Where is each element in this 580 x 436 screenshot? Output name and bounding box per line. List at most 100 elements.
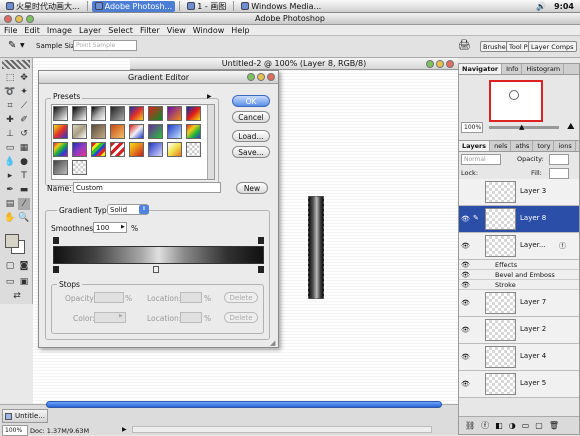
preset-swatch[interactable] <box>53 142 68 157</box>
jump-to-imageready-icon[interactable]: ⇄ <box>11 290 23 302</box>
marquee-tool-icon[interactable]: ⬚ <box>4 72 16 84</box>
quick-mask-off-icon[interactable]: ▢ <box>4 260 16 272</box>
taskbar-item-4[interactable]: Windows Media... <box>238 1 324 12</box>
zoom-tool-icon[interactable]: 🔍 <box>18 212 30 224</box>
preset-swatch[interactable] <box>148 124 163 139</box>
preset-swatch[interactable] <box>148 106 163 121</box>
presets-scrollbar[interactable] <box>207 105 214 179</box>
shape-tool-icon[interactable]: ▬ <box>18 184 30 196</box>
type-tool-icon[interactable]: T <box>18 170 30 182</box>
eraser-tool-icon[interactable]: ▭ <box>4 142 16 154</box>
preset-swatch[interactable] <box>53 106 68 121</box>
close-icon[interactable] <box>4 15 12 23</box>
zoom-in-icon[interactable]: ⛰ <box>567 122 575 132</box>
load-button[interactable]: Load... <box>232 130 270 142</box>
menu-edit[interactable]: Edit <box>24 25 40 35</box>
move-tool-icon[interactable]: ✥ <box>18 72 30 84</box>
gradient-tool-icon[interactable]: ▦ <box>18 142 30 154</box>
preset-swatch[interactable] <box>53 160 68 175</box>
new-button[interactable]: New <box>236 182 268 194</box>
minimized-document[interactable]: Untitle... <box>2 409 48 423</box>
ok-button[interactable]: OK <box>232 95 270 107</box>
preset-swatch[interactable] <box>72 142 87 157</box>
presets-menu-arrow-icon[interactable]: ▶ <box>207 93 212 100</box>
eye-icon[interactable]: 👁 <box>461 380 470 388</box>
eye-icon[interactable]: 👁 <box>461 215 470 223</box>
preset-swatch[interactable] <box>129 124 144 139</box>
gradient-preview-bar[interactable] <box>53 246 264 264</box>
layer-comps-tab[interactable]: Layer Comps <box>528 41 577 52</box>
eye-icon[interactable]: 👁 <box>461 242 470 250</box>
navigator-zoom-input[interactable]: 100% <box>461 122 483 133</box>
layer-fill-input[interactable] <box>549 168 569 179</box>
hand-tool-icon[interactable]: ✋ <box>4 212 16 224</box>
taskbar-item-1[interactable]: 火星时代动画大... <box>3 1 83 12</box>
tab-history[interactable]: tory <box>534 141 555 151</box>
preset-swatch[interactable] <box>186 106 201 121</box>
menu-view[interactable]: View <box>167 25 186 35</box>
trash-icon[interactable]: 🗑 <box>549 421 559 430</box>
tab-paths[interactable]: aths <box>512 141 534 151</box>
stamp-tool-icon[interactable]: ⊥ <box>4 128 16 140</box>
preset-swatch[interactable] <box>167 124 182 139</box>
layer-row[interactable]: Layer 3 <box>459 179 579 206</box>
healing-tool-icon[interactable]: ✚ <box>4 114 16 126</box>
menu-window[interactable]: Window <box>193 25 225 35</box>
taskbar-item-2[interactable]: Adobe Photosh... <box>91 0 176 12</box>
tab-channels[interactable]: nels <box>491 141 512 151</box>
canvas-gradient-object[interactable] <box>308 196 324 299</box>
zoom-icon[interactable] <box>247 73 255 81</box>
menu-image[interactable]: Image <box>47 25 72 35</box>
tab-actions[interactable]: ions <box>555 141 576 151</box>
preset-swatch[interactable] <box>53 124 68 139</box>
printer-icon[interactable]: 🖨 <box>458 40 471 51</box>
navigator-thumbnail[interactable] <box>489 80 543 122</box>
menu-file[interactable]: File <box>4 25 17 35</box>
minimize-icon[interactable] <box>15 15 23 23</box>
preset-swatch[interactable] <box>72 106 87 121</box>
brush-tool-icon[interactable]: ✐ <box>18 114 30 126</box>
effects-icon[interactable]: ⓕ <box>559 241 566 251</box>
lasso-tool-icon[interactable]: ➰ <box>4 86 16 98</box>
eye-icon[interactable]: 👁 <box>461 326 470 334</box>
foreground-color-swatch[interactable] <box>5 234 19 248</box>
tab-info[interactable]: Info <box>503 64 523 74</box>
layer-row[interactable]: 👁 Layer... ⓕ <box>459 233 579 260</box>
minimize-icon[interactable] <box>257 73 265 81</box>
magic-wand-icon[interactable]: ✦ <box>18 86 30 98</box>
progress-scroll-bar[interactable] <box>46 401 442 408</box>
menu-layer[interactable]: Layer <box>79 25 101 35</box>
screen-mode-standard-icon[interactable]: ▭ <box>4 276 16 288</box>
color-stop-middle[interactable] <box>153 266 159 273</box>
menu-help[interactable]: Help <box>231 25 249 35</box>
delete-color-stop-button[interactable]: Delete <box>224 312 258 323</box>
layer-row-selected[interactable]: 👁 ✎ Layer 8 <box>459 206 579 233</box>
new-layer-icon[interactable]: ▢ <box>535 421 543 430</box>
taskbar-item-3[interactable]: 1 - 画图 <box>184 1 229 12</box>
close-icon[interactable] <box>267 73 275 81</box>
slice-tool-icon[interactable]: ⟋ <box>18 100 30 112</box>
screen-mode-full-icon[interactable]: ▣ <box>18 276 30 288</box>
eyedropper-icon[interactable]: ✎ <box>8 40 16 51</box>
preset-swatch[interactable] <box>110 142 125 157</box>
opacity-stop-left[interactable] <box>53 237 59 244</box>
quick-mask-on-icon[interactable]: ◙ <box>18 260 30 272</box>
path-select-icon[interactable]: ▸ <box>4 170 16 182</box>
horizontal-scrollbar-track[interactable] <box>132 426 432 433</box>
eye-icon[interactable]: 👁 <box>461 353 470 361</box>
eyedropper-tool-icon[interactable]: ⁄ <box>18 198 30 210</box>
history-brush-icon[interactable]: ↺ <box>18 128 30 140</box>
zoom-icon[interactable] <box>26 15 34 23</box>
tab-layers[interactable]: Layers <box>459 141 491 151</box>
blend-mode-select[interactable]: Normal <box>461 154 501 165</box>
minimize-icon[interactable] <box>436 60 444 68</box>
tab-navigator[interactable]: Navigator <box>459 64 503 74</box>
preset-swatch[interactable] <box>167 142 182 157</box>
smoothness-arrow-icon[interactable]: ▶ <box>121 224 125 230</box>
layer-style-icon[interactable]: ⓕ <box>481 420 489 431</box>
preset-swatch[interactable] <box>129 106 144 121</box>
adjustment-icon[interactable]: ◑ <box>509 421 516 430</box>
eye-icon[interactable]: 👁 <box>461 261 470 269</box>
name-input[interactable]: Custom <box>73 182 221 193</box>
preset-swatch[interactable] <box>72 160 87 175</box>
